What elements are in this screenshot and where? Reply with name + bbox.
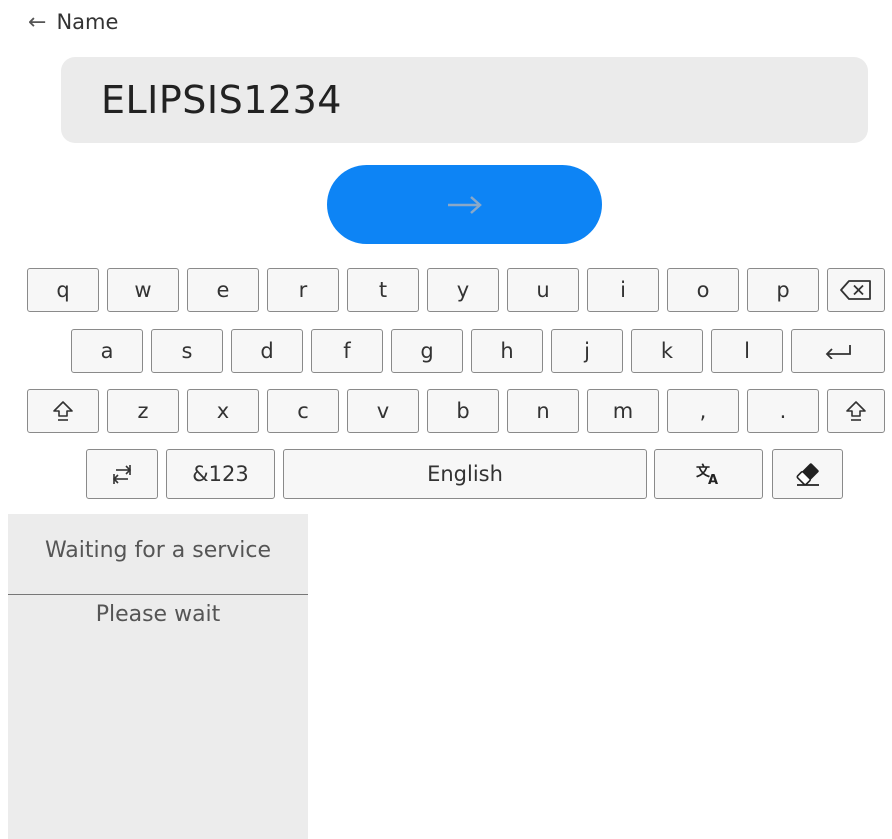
key-label: l [744, 339, 750, 363]
shift-icon [53, 401, 73, 421]
status-divider [8, 594, 308, 595]
key-label: e [216, 278, 230, 302]
language-label: English [427, 462, 503, 486]
keyboard-switch-icon [112, 465, 132, 484]
key-b[interactable]: b [427, 389, 499, 433]
translate-key[interactable]: 文 A [654, 449, 763, 499]
key-label: , [699, 399, 707, 423]
key-s[interactable]: s [151, 329, 223, 373]
key-comma[interactable]: , [667, 389, 739, 433]
key-label: . [779, 399, 787, 423]
key-k[interactable]: k [631, 329, 703, 373]
key-n[interactable]: n [507, 389, 579, 433]
key-label: g [420, 339, 434, 363]
key-label: k [660, 339, 674, 363]
key-label: m [612, 399, 634, 423]
status-message: Please wait [95, 602, 221, 627]
shift-key-right[interactable] [827, 389, 885, 433]
arrow-right-icon [447, 195, 482, 214]
key-w[interactable]: w [107, 268, 179, 312]
key-c[interactable]: c [267, 389, 339, 433]
key-e[interactable]: e [187, 268, 259, 312]
key-label: x [216, 399, 230, 423]
key-h[interactable]: h [471, 329, 543, 373]
key-label: q [56, 278, 70, 302]
key-period[interactable]: . [747, 389, 819, 433]
svg-text:A: A [708, 473, 718, 486]
key-label: d [260, 339, 274, 363]
clear-key[interactable] [772, 449, 843, 499]
key-label: w [134, 278, 152, 302]
page-title: Name [56, 10, 119, 34]
key-label: n [536, 399, 550, 423]
key-m[interactable]: m [587, 389, 659, 433]
submit-button[interactable] [327, 165, 602, 244]
arrow-left-icon[interactable]: ← [28, 10, 46, 35]
key-y[interactable]: y [427, 268, 499, 312]
backspace-key[interactable] [827, 268, 885, 312]
key-g[interactable]: g [391, 329, 463, 373]
backspace-icon [840, 280, 871, 300]
key-x[interactable]: x [187, 389, 259, 433]
key-t[interactable]: t [347, 268, 419, 312]
key-label: f [343, 339, 351, 363]
key-l[interactable]: l [711, 329, 783, 373]
key-label: z [137, 399, 149, 423]
key-label: u [536, 278, 550, 302]
key-a[interactable]: a [71, 329, 143, 373]
key-v[interactable]: v [347, 389, 419, 433]
header: ← Name [28, 6, 118, 38]
key-o[interactable]: o [667, 268, 739, 312]
translate-icon: 文 A [696, 463, 718, 486]
symbols-key-label: &123 [192, 462, 249, 486]
key-d[interactable]: d [231, 329, 303, 373]
key-j[interactable]: j [551, 329, 623, 373]
eraser-icon [796, 463, 819, 486]
key-label: v [376, 399, 390, 423]
key-label: o [696, 278, 710, 302]
key-label: j [584, 339, 590, 363]
key-z[interactable]: z [107, 389, 179, 433]
key-q[interactable]: q [27, 268, 99, 312]
status-title: Waiting for a service [44, 538, 272, 563]
space-key[interactable]: English [283, 449, 647, 499]
key-label: p [776, 278, 790, 302]
key-label: y [456, 278, 470, 302]
key-u[interactable]: u [507, 268, 579, 312]
symbols-key[interactable]: &123 [166, 449, 275, 499]
key-r[interactable]: r [267, 268, 339, 312]
key-i[interactable]: i [587, 268, 659, 312]
key-label: h [500, 339, 514, 363]
key-label: s [181, 339, 193, 363]
enter-key[interactable] [791, 329, 885, 373]
name-input[interactable]: ELIPSIS1234 [61, 57, 868, 143]
key-label: r [298, 278, 308, 302]
layout-switch-key[interactable] [86, 449, 158, 499]
key-label: i [620, 278, 626, 302]
status-panel: Waiting for a service Please wait [8, 514, 308, 839]
shift-icon [846, 401, 866, 421]
key-label: t [378, 278, 388, 302]
shift-key-left[interactable] [27, 389, 99, 433]
name-input-value: ELIPSIS1234 [101, 78, 342, 122]
key-label: c [297, 399, 309, 423]
key-f[interactable]: f [311, 329, 383, 373]
key-p[interactable]: p [747, 268, 819, 312]
key-label: a [100, 339, 114, 363]
enter-icon [825, 345, 851, 359]
key-label: b [456, 399, 470, 423]
